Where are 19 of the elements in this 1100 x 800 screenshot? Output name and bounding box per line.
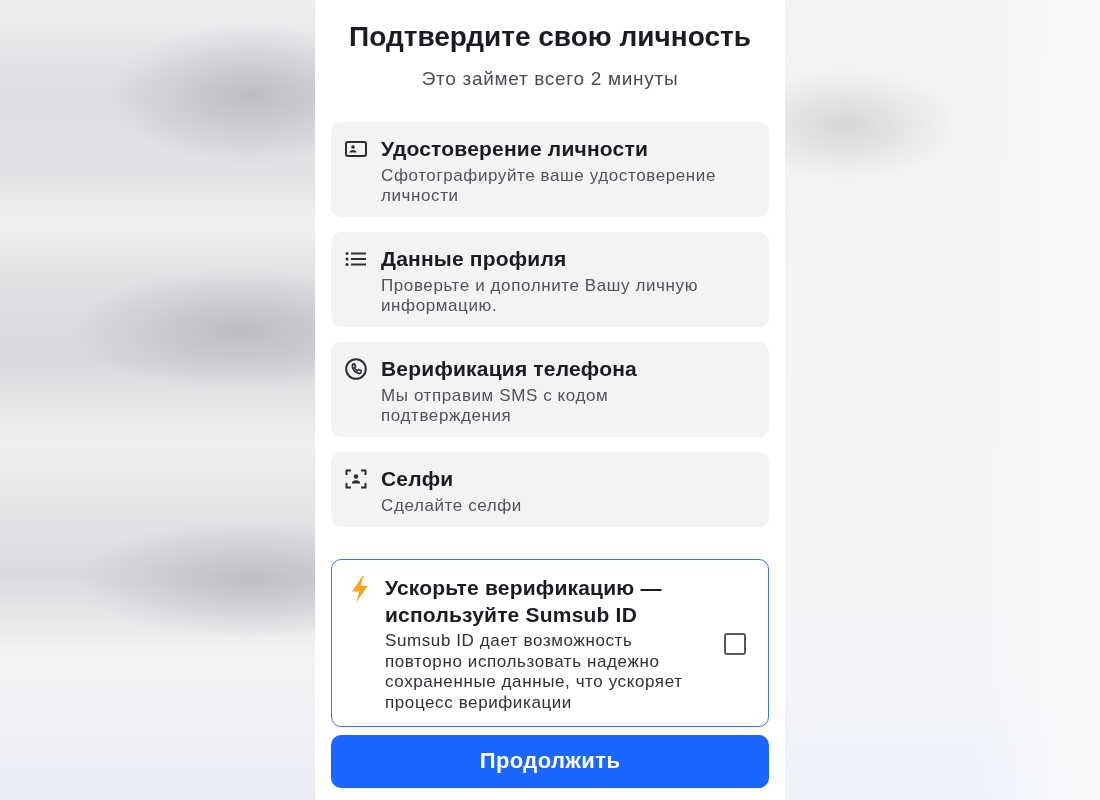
offer-description: Sumsub ID дает возможность повторно использовать надежно сохраненные данные, что ускоряет процесс верификации bbox=[385, 631, 684, 714]
step-description: Сфотографируйте ваше удостоверение личности bbox=[381, 166, 717, 206]
step-title: Селфи bbox=[381, 466, 455, 492]
page-subtitle: Это займет всего 2 минуты bbox=[421, 68, 679, 90]
checkbox[interactable] bbox=[724, 632, 746, 655]
page-title: Подтвердите свою личность bbox=[349, 20, 751, 54]
continue-button[interactable]: Продолжить bbox=[331, 734, 769, 788]
lightning-bolt-icon bbox=[351, 576, 369, 602]
step-title: Данные профиля bbox=[381, 246, 568, 272]
step-description: Мы отправим SMS с кодом подтверждения bbox=[381, 386, 610, 426]
phone-icon bbox=[345, 358, 367, 380]
step-description: Сделайте селфи bbox=[381, 496, 523, 516]
offer-title: Ускорьте верификацию — используйте Sumsub ID bbox=[385, 575, 663, 628]
list-icon bbox=[345, 251, 367, 267]
id-card-icon bbox=[345, 141, 367, 157]
step-title: Верификация телефона bbox=[381, 356, 638, 382]
face-scan-icon bbox=[345, 469, 367, 489]
step-title: Удостоверение личности bbox=[381, 136, 649, 162]
step-description: Проверьте и дополните Вашу личную информацию. bbox=[381, 276, 699, 316]
